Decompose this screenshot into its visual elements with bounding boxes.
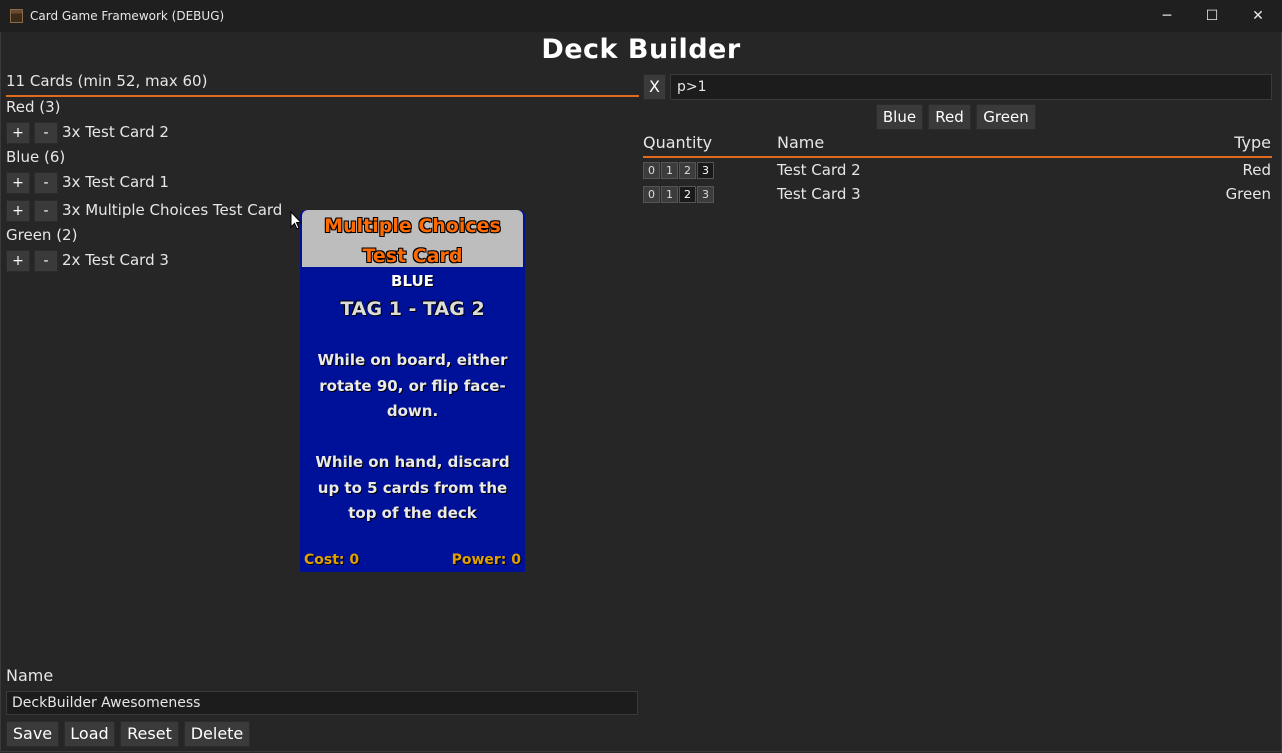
add-card-button[interactable]: +	[6, 122, 30, 144]
add-card-button[interactable]: +	[6, 250, 30, 272]
quantity-option-button[interactable]: 1	[661, 186, 678, 203]
maximize-icon[interactable]: ☐	[1189, 0, 1235, 32]
card-type-cell: Red	[1242, 161, 1272, 179]
filter-red-button[interactable]: Red	[928, 104, 971, 130]
clear-search-button[interactable]: X	[643, 74, 666, 100]
quantity-option-button[interactable]: 1	[661, 162, 678, 179]
app-icon	[10, 9, 23, 23]
card-preview-title: Multiple Choices Test Card	[324, 215, 501, 267]
remove-card-button[interactable]: -	[34, 172, 58, 194]
load-button[interactable]: Load	[64, 721, 115, 747]
add-card-button[interactable]: +	[6, 200, 30, 222]
card-preview-cost: Cost: 0	[304, 552, 360, 568]
remove-card-button[interactable]: -	[34, 200, 58, 222]
filter-green-button[interactable]: Green	[976, 104, 1036, 130]
save-button[interactable]: Save	[6, 721, 59, 747]
deck-name-label: Name	[6, 666, 54, 685]
quantity-option-button[interactable]: 0	[643, 186, 660, 203]
table-header-divider	[643, 156, 1272, 158]
window-title: Card Game Framework (DEBUG)	[30, 9, 225, 23]
card-name-cell: Test Card 3	[777, 185, 861, 203]
add-card-button[interactable]: +	[6, 172, 30, 194]
reset-button[interactable]: Reset	[120, 721, 179, 747]
card-preview: Multiple Choices Test Card BLUE TAG 1 - …	[300, 210, 525, 572]
card-preview-text: While on board, either rotate 90, or fli…	[315, 351, 510, 522]
category-red-label: Red (3)	[6, 98, 61, 116]
quantity-option-button[interactable]: 3	[697, 186, 714, 203]
deck-card-entry[interactable]: 3x Test Card 2	[62, 123, 169, 141]
quantity-option-button[interactable]: 2	[679, 162, 696, 179]
card-type-cell: Green	[1225, 185, 1271, 203]
category-green-label: Green (2)	[6, 226, 78, 244]
search-input[interactable]	[670, 74, 1272, 100]
quantity-option-button[interactable]: 3	[697, 162, 714, 179]
delete-button[interactable]: Delete	[184, 721, 250, 747]
card-name-cell: Test Card 2	[777, 161, 861, 179]
deck-card-entry[interactable]: 3x Test Card 1	[62, 173, 169, 191]
page-title: Deck Builder	[541, 34, 741, 65]
deck-summary-divider	[6, 95, 639, 97]
card-preview-power: Power: 0	[451, 552, 521, 568]
minimize-icon[interactable]: ─	[1144, 0, 1190, 32]
deck-card-entry[interactable]: 3x Multiple Choices Test Card	[62, 201, 282, 219]
remove-card-button[interactable]: -	[34, 122, 58, 144]
quantity-column-header: Quantity	[643, 133, 713, 152]
mouse-cursor-icon	[290, 211, 302, 230]
name-column-header: Name	[777, 133, 825, 152]
quantity-option-button[interactable]: 0	[643, 162, 660, 179]
card-preview-type: BLUE	[391, 272, 434, 290]
remove-card-button[interactable]: -	[34, 250, 58, 272]
title-bar: Card Game Framework (DEBUG) ─ ☐ ✕	[0, 0, 1282, 32]
quantity-option-button[interactable]: 2	[679, 186, 696, 203]
deck-summary: 11 Cards (min 52, max 60)	[6, 72, 208, 90]
window-frame	[0, 32, 1282, 752]
close-icon[interactable]: ✕	[1235, 0, 1281, 32]
category-blue-label: Blue (6)	[6, 148, 66, 166]
deck-card-entry[interactable]: 2x Test Card 3	[62, 251, 169, 269]
card-preview-tags: TAG 1 - TAG 2	[340, 298, 485, 320]
deck-name-input[interactable]	[6, 691, 638, 715]
filter-blue-button[interactable]: Blue	[876, 104, 923, 130]
type-column-header: Type	[1234, 133, 1271, 152]
